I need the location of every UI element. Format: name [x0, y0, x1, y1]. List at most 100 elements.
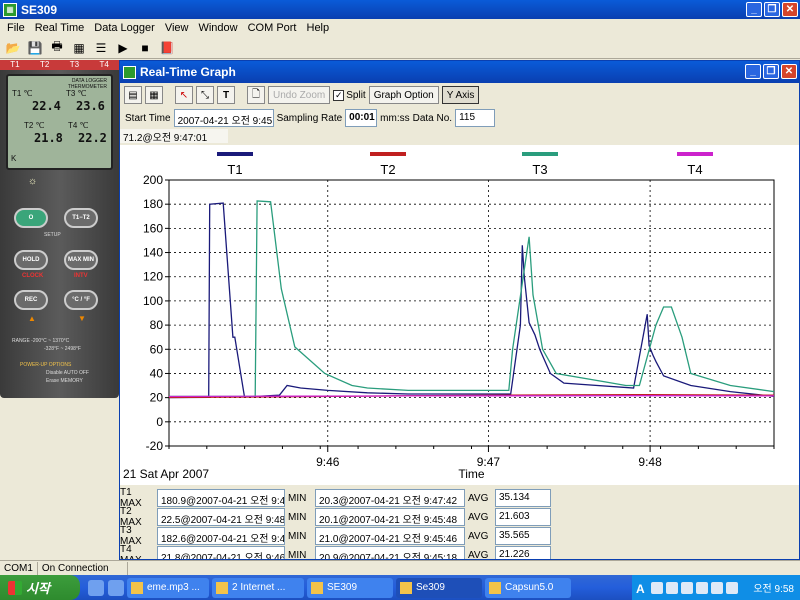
quick-launch — [88, 579, 124, 596]
stats-t1-max[interactable]: 180.9@2007-04-21 오전 9:45:5 — [157, 489, 285, 507]
task-se309-app[interactable]: Se309 — [396, 577, 482, 598]
legend-swatch-t2 — [370, 152, 406, 156]
sampling-rate-field[interactable]: 00:01 — [345, 109, 378, 127]
stats-row-t2: T2 MAX 22.5@2007-04-21 오전 9:48:1E MIN 20… — [120, 506, 551, 528]
task-internet[interactable]: 2 Internet ... — [212, 577, 304, 598]
stats-t1-min[interactable]: 20.3@2007-04-21 오전 9:47:42 — [315, 489, 465, 507]
split-checkbox-box[interactable]: ✓ — [333, 89, 345, 101]
pointer-icon[interactable]: ↖ — [175, 86, 193, 104]
stop-icon[interactable]: ■ — [136, 39, 154, 57]
task-capsun[interactable]: Capsun5.0 — [485, 577, 571, 598]
y-tick-label: 20 — [150, 391, 164, 405]
view-table-icon[interactable]: ▦ — [145, 86, 163, 104]
stats-t2-min[interactable]: 20.1@2007-04-21 오전 9:45:48 — [315, 508, 465, 526]
meter-channel-t4: T4 — [99, 60, 109, 69]
save-icon[interactable]: 💾 — [26, 39, 44, 57]
print-icon[interactable]: 🖶 — [48, 39, 66, 57]
task-se309-app-label: Se309 — [416, 582, 445, 593]
realtime-graph-window: Real-Time Graph _ ❐ ✕ ▤ ▦ ↖ ⤡ T 🗋 Undo Z… — [119, 60, 800, 560]
menu-file[interactable]: File — [2, 22, 30, 34]
text-tool-icon[interactable]: T — [217, 86, 235, 104]
task-internet-label: 2 Internet ... — [232, 582, 286, 593]
stats-t4-min-label: MIN — [288, 549, 307, 560]
realtime-chart[interactable]: T1 T2 T3 T4 -20 0 20 40 60 80 100 120 140 160 180 200 9:… — [120, 145, 799, 485]
y-tick-label: -20 — [146, 439, 164, 453]
graph-minimize-button[interactable]: _ — [745, 64, 761, 79]
start-time-field[interactable]: 2007-04-21 오전 9:45:07 — [173, 109, 274, 127]
stats-row-t1: T1 MAX 180.9@2007-04-21 오전 9:45:5 MIN 20… — [120, 487, 551, 509]
start-button[interactable]: 시작 — [0, 575, 80, 600]
stats-t1-avg[interactable]: 35.134 — [495, 489, 551, 507]
data-list-icon[interactable]: ☰ — [92, 39, 110, 57]
media-player-icon — [131, 581, 143, 594]
menu-view[interactable]: View — [160, 22, 194, 34]
plot-frame — [168, 179, 775, 447]
language-a-icon[interactable]: A — [636, 582, 648, 596]
graph-maximize-button[interactable]: ❐ — [763, 64, 779, 79]
tray-clock[interactable]: 오전 9:58 — [753, 580, 794, 595]
meter-channel-t2: T2 — [39, 60, 50, 69]
y-tick-label: 100 — [143, 294, 163, 308]
graph-option-button[interactable]: Graph Option — [368, 86, 439, 104]
realtime-chart-area[interactable]: T1 T2 T3 T4 -20 0 20 40 60 80 100 120 140 160 180 200 9:… — [120, 145, 799, 485]
lcd-t4-value: 22.2 — [78, 131, 107, 145]
menu-com-port[interactable]: COM Port — [243, 22, 302, 34]
stats-t3-min[interactable]: 21.0@2007-04-21 오전 9:45:46 — [315, 527, 465, 545]
meter-setup-label: SETUP — [44, 232, 61, 238]
stats-t2-avg[interactable]: 21.603 — [495, 508, 551, 526]
meter-down-arrow-icon: ▼ — [78, 314, 86, 323]
lcd-t3-label: T3 ℃ — [66, 89, 87, 98]
task-eme-mp3[interactable]: eme.mp3 ... — [127, 577, 209, 598]
capsun-icon — [489, 581, 501, 594]
lcd-t4-label: T4 ℃ — [68, 121, 89, 130]
meter-cf-button: °C / °F — [64, 290, 98, 310]
tray-icon-6[interactable] — [726, 581, 738, 594]
data-no-field[interactable]: 115 — [455, 109, 496, 127]
status-bar: COM1 On Connection — [0, 560, 800, 575]
graph-window-titlebar[interactable]: Real-Time Graph _ ❐ ✕ — [120, 61, 799, 83]
show-desktop-icon[interactable] — [88, 579, 104, 596]
new-page-icon[interactable]: 🗋 — [247, 86, 265, 104]
tray-icon-4[interactable] — [696, 581, 708, 594]
stats-t4-avg[interactable]: 21.226 — [495, 546, 551, 559]
internet-explorer-icon[interactable] — [108, 579, 124, 596]
legend-swatch-t4 — [677, 152, 713, 156]
meter-option2: Erase MEMORY — [46, 378, 83, 384]
stats-t1-min-label: MIN — [288, 492, 307, 504]
tray-icon-5[interactable] — [711, 581, 723, 594]
statistics-panel: T1 MAX 180.9@2007-04-21 오전 9:45:5 MIN 20… — [120, 485, 799, 560]
maximize-button[interactable]: ❐ — [764, 2, 780, 17]
menu-real-time[interactable]: Real Time — [30, 22, 90, 34]
undo-zoom-button[interactable]: Undo Zoom — [268, 86, 331, 104]
y-tick-label: 160 — [143, 221, 163, 235]
stats-t3-avg[interactable]: 35.565 — [495, 527, 551, 545]
stats-t3-max[interactable]: 182.6@2007-04-21 오전 9:46:0 — [157, 527, 285, 545]
menu-data-logger[interactable]: Data Logger — [89, 22, 160, 34]
view-graph-icon[interactable]: ▤ — [124, 86, 142, 104]
system-tray: A 오전 9:58 — [632, 575, 800, 600]
stats-t4-max[interactable]: 21.8@2007-04-21 오전 9:46:1C — [157, 546, 285, 559]
tray-icon-1[interactable] — [651, 581, 663, 594]
close-button[interactable]: ✕ — [782, 2, 798, 17]
zoom-pointer-icon[interactable]: ⤡ — [196, 86, 214, 104]
stats-t2-max[interactable]: 22.5@2007-04-21 오전 9:48:1E — [157, 508, 285, 526]
tray-icon-3[interactable] — [681, 581, 693, 594]
window-titlebar[interactable]: ▦ SE309 _ ❐ ✕ — [0, 0, 800, 19]
menu-window[interactable]: Window — [193, 22, 242, 34]
meter-options-title: POWER-UP OPTIONS — [20, 362, 72, 368]
realtime-graph-icon[interactable]: ▦ — [70, 39, 88, 57]
play-icon[interactable]: ▶ — [114, 39, 132, 57]
menu-help[interactable]: Help — [302, 22, 335, 34]
y-axis-button[interactable]: Y Axis — [441, 86, 480, 104]
open-folder-icon[interactable]: 📂 — [4, 39, 22, 57]
split-checkbox[interactable]: ✓ Split — [333, 89, 366, 101]
graph-close-button[interactable]: ✕ — [781, 64, 797, 79]
window-title: SE309 — [21, 2, 58, 17]
tray-icon-2[interactable] — [666, 581, 678, 594]
stats-t4-min[interactable]: 20.9@2007-04-21 오전 9:45:18 — [315, 546, 465, 559]
task-se309-folder[interactable]: SE309 — [307, 577, 393, 598]
meter-channel-t1: T1 — [10, 60, 20, 69]
y-tick-label: 40 — [150, 366, 164, 380]
minimize-button[interactable]: _ — [746, 2, 762, 17]
help-book-icon[interactable]: 📕 — [158, 39, 176, 57]
